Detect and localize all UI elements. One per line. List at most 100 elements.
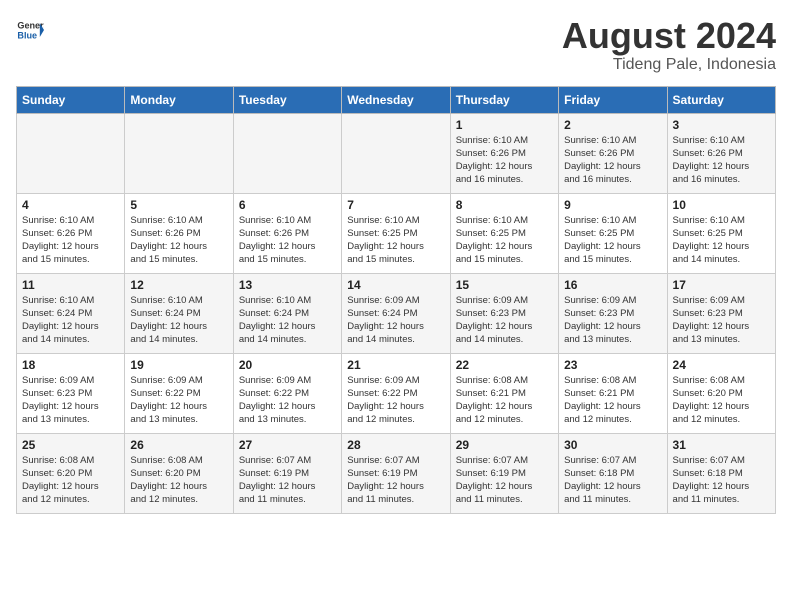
week-row-1: 1 Sunrise: 6:10 AM Sunset: 6:26 PM Daylig… <box>17 113 776 193</box>
cell-info: Sunrise: 6:09 AM Sunset: 6:23 PM Dayligh… <box>456 294 553 347</box>
calendar-cell: 31 Sunrise: 6:07 AM Sunset: 6:18 PM Dayli… <box>667 433 775 513</box>
date-number: 25 <box>22 438 119 452</box>
calendar-cell: 16 Sunrise: 6:09 AM Sunset: 6:23 PM Dayli… <box>559 273 667 353</box>
calendar-cell <box>233 113 341 193</box>
calendar-cell: 25 Sunrise: 6:08 AM Sunset: 6:20 PM Dayli… <box>17 433 125 513</box>
date-number: 22 <box>456 358 553 372</box>
cell-info: Sunrise: 6:10 AM Sunset: 6:25 PM Dayligh… <box>347 214 444 267</box>
cell-info: Sunrise: 6:08 AM Sunset: 6:20 PM Dayligh… <box>22 454 119 507</box>
cell-info: Sunrise: 6:10 AM Sunset: 6:26 PM Dayligh… <box>130 214 227 267</box>
date-number: 7 <box>347 198 444 212</box>
calendar-cell: 7 Sunrise: 6:10 AM Sunset: 6:25 PM Daylig… <box>342 193 450 273</box>
date-number: 31 <box>673 438 770 452</box>
cell-info: Sunrise: 6:09 AM Sunset: 6:22 PM Dayligh… <box>130 374 227 427</box>
date-number: 29 <box>456 438 553 452</box>
date-number: 18 <box>22 358 119 372</box>
calendar-cell: 6Sunrise: 6:10 AM Sunset: 6:26 PM Daylig… <box>233 193 341 273</box>
cell-info: Sunrise: 6:10 AM Sunset: 6:26 PM Dayligh… <box>456 134 553 187</box>
calendar-cell: 14 Sunrise: 6:09 AM Sunset: 6:24 PM Dayli… <box>342 273 450 353</box>
calendar-cell: 9Sunrise: 6:10 AM Sunset: 6:25 PM Daylig… <box>559 193 667 273</box>
cell-info: Sunrise: 6:10 AM Sunset: 6:26 PM Dayligh… <box>22 214 119 267</box>
cell-info: Sunrise: 6:07 AM Sunset: 6:18 PM Dayligh… <box>564 454 661 507</box>
date-number: 27 <box>239 438 336 452</box>
calendar-cell: 13 Sunrise: 6:10 AM Sunset: 6:24 PM Dayli… <box>233 273 341 353</box>
date-number: 1 <box>456 118 553 132</box>
cell-info: Sunrise: 6:09 AM Sunset: 6:24 PM Dayligh… <box>347 294 444 347</box>
day-header-wednesday: Wednesday <box>342 86 450 113</box>
cell-info: Sunrise: 6:10 AM Sunset: 6:25 PM Dayligh… <box>673 214 770 267</box>
calendar-cell: 28 Sunrise: 6:07 AM Sunset: 6:19 PM Dayli… <box>342 433 450 513</box>
cell-info: Sunrise: 6:08 AM Sunset: 6:20 PM Dayligh… <box>673 374 770 427</box>
calendar-cell: 1 Sunrise: 6:10 AM Sunset: 6:26 PM Daylig… <box>450 113 558 193</box>
title-block: August 2024 Tideng Pale, Indonesia <box>562 16 776 74</box>
cell-info: Sunrise: 6:08 AM Sunset: 6:21 PM Dayligh… <box>564 374 661 427</box>
calendar-cell: 2 Sunrise: 6:10 AM Sunset: 6:26 PM Daylig… <box>559 113 667 193</box>
date-number: 2 <box>564 118 661 132</box>
cell-info: Sunrise: 6:10 AM Sunset: 6:24 PM Dayligh… <box>239 294 336 347</box>
date-number: 15 <box>456 278 553 292</box>
date-number: 17 <box>673 278 770 292</box>
calendar-cell: 29 Sunrise: 6:07 AM Sunset: 6:19 PM Dayli… <box>450 433 558 513</box>
calendar-cell: 30 Sunrise: 6:07 AM Sunset: 6:18 PM Dayli… <box>559 433 667 513</box>
cell-info: Sunrise: 6:07 AM Sunset: 6:19 PM Dayligh… <box>239 454 336 507</box>
date-number: 30 <box>564 438 661 452</box>
date-number: 5 <box>130 198 227 212</box>
calendar-cell: 24 Sunrise: 6:08 AM Sunset: 6:20 PM Dayli… <box>667 353 775 433</box>
cell-info: Sunrise: 6:07 AM Sunset: 6:18 PM Dayligh… <box>673 454 770 507</box>
date-number: 19 <box>130 358 227 372</box>
calendar-cell: 26Sunrise: 6:08 AM Sunset: 6:20 PM Dayli… <box>125 433 233 513</box>
cell-info: Sunrise: 6:09 AM Sunset: 6:22 PM Dayligh… <box>239 374 336 427</box>
date-number: 28 <box>347 438 444 452</box>
calendar-cell: 23Sunrise: 6:08 AM Sunset: 6:21 PM Dayli… <box>559 353 667 433</box>
calendar-cell: 19 Sunrise: 6:09 AM Sunset: 6:22 PM Dayli… <box>125 353 233 433</box>
cell-info: Sunrise: 6:09 AM Sunset: 6:23 PM Dayligh… <box>564 294 661 347</box>
calendar-cell: 27 Sunrise: 6:07 AM Sunset: 6:19 PM Dayli… <box>233 433 341 513</box>
date-number: 14 <box>347 278 444 292</box>
date-number: 26 <box>130 438 227 452</box>
calendar-table: SundayMondayTuesdayWednesdayThursdayFrid… <box>16 86 776 514</box>
calendar-cell <box>342 113 450 193</box>
cell-info: Sunrise: 6:09 AM Sunset: 6:22 PM Dayligh… <box>347 374 444 427</box>
date-number: 16 <box>564 278 661 292</box>
svg-text:Blue: Blue <box>17 30 37 40</box>
calendar-cell: 10 Sunrise: 6:10 AM Sunset: 6:25 PM Dayli… <box>667 193 775 273</box>
calendar-cell: 18 Sunrise: 6:09 AM Sunset: 6:23 PM Dayli… <box>17 353 125 433</box>
date-number: 10 <box>673 198 770 212</box>
calendar-cell: 5 Sunrise: 6:10 AM Sunset: 6:26 PM Daylig… <box>125 193 233 273</box>
day-header-monday: Monday <box>125 86 233 113</box>
month-year-title: August 2024 <box>562 16 776 56</box>
calendar-cell: 4 Sunrise: 6:10 AM Sunset: 6:26 PM Daylig… <box>17 193 125 273</box>
cell-info: Sunrise: 6:07 AM Sunset: 6:19 PM Dayligh… <box>347 454 444 507</box>
calendar-cell: 8 Sunrise: 6:10 AM Sunset: 6:25 PM Daylig… <box>450 193 558 273</box>
calendar-cell: 22 Sunrise: 6:08 AM Sunset: 6:21 PM Dayli… <box>450 353 558 433</box>
calendar-cell: 15 Sunrise: 6:09 AM Sunset: 6:23 PM Dayli… <box>450 273 558 353</box>
cell-info: Sunrise: 6:10 AM Sunset: 6:26 PM Dayligh… <box>673 134 770 187</box>
day-header-friday: Friday <box>559 86 667 113</box>
date-number: 6 <box>239 198 336 212</box>
cell-info: Sunrise: 6:10 AM Sunset: 6:26 PM Dayligh… <box>564 134 661 187</box>
calendar-cell: 21Sunrise: 6:09 AM Sunset: 6:22 PM Dayli… <box>342 353 450 433</box>
calendar-cell <box>125 113 233 193</box>
logo: General Blue <box>16 16 44 44</box>
date-number: 13 <box>239 278 336 292</box>
cell-info: Sunrise: 6:10 AM Sunset: 6:25 PM Dayligh… <box>456 214 553 267</box>
cell-info: Sunrise: 6:08 AM Sunset: 6:21 PM Dayligh… <box>456 374 553 427</box>
cell-info: Sunrise: 6:10 AM Sunset: 6:24 PM Dayligh… <box>130 294 227 347</box>
cell-info: Sunrise: 6:09 AM Sunset: 6:23 PM Dayligh… <box>22 374 119 427</box>
calendar-cell: 17 Sunrise: 6:09 AM Sunset: 6:23 PM Dayli… <box>667 273 775 353</box>
week-row-3: 11Sunrise: 6:10 AM Sunset: 6:24 PM Dayli… <box>17 273 776 353</box>
date-number: 8 <box>456 198 553 212</box>
date-number: 24 <box>673 358 770 372</box>
week-row-2: 4 Sunrise: 6:10 AM Sunset: 6:26 PM Daylig… <box>17 193 776 273</box>
calendar-cell <box>17 113 125 193</box>
cell-info: Sunrise: 6:09 AM Sunset: 6:23 PM Dayligh… <box>673 294 770 347</box>
calendar-cell: 3Sunrise: 6:10 AM Sunset: 6:26 PM Daylig… <box>667 113 775 193</box>
page-header: General Blue August 2024 Tideng Pale, In… <box>16 16 776 74</box>
day-header-saturday: Saturday <box>667 86 775 113</box>
week-row-4: 18 Sunrise: 6:09 AM Sunset: 6:23 PM Dayli… <box>17 353 776 433</box>
cell-info: Sunrise: 6:07 AM Sunset: 6:19 PM Dayligh… <box>456 454 553 507</box>
date-number: 4 <box>22 198 119 212</box>
logo-icon: General Blue <box>16 16 44 44</box>
date-number: 20 <box>239 358 336 372</box>
day-header-sunday: Sunday <box>17 86 125 113</box>
